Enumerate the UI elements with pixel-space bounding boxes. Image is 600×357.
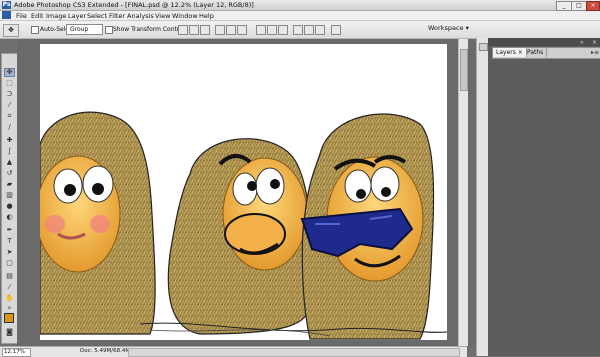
close-dock-icon[interactable]: × [592,39,597,46]
menu-bar: File Edit Image Layer Select Filter Anal… [0,11,600,21]
pen-icon[interactable]: ✒ [4,226,15,235]
shape-icon[interactable]: ▢ [4,259,15,268]
healing-icon[interactable]: ✚ [4,136,15,145]
menu-image[interactable]: Image [46,12,66,20]
maximize-icon[interactable]: □ [571,1,587,11]
menu-file[interactable]: File [16,12,27,20]
auto-select-value: Group [70,26,89,33]
document-size-info[interactable]: Doc: 5.49M/68.4M [80,348,130,354]
eyedropper-icon[interactable]: ⁄ [4,283,15,292]
lasso-icon[interactable]: ᑐ [4,90,15,99]
menu-select[interactable]: Select [87,12,107,20]
toolbox: ✥ ⬚ ᑐ ⁄ ⌗ ∕ ✚ ∫ ▲ ↺ ▰ ▥ ● ◐ ✒ T ➤ ▢ ▤ ⁄ … [1,53,18,344]
marquee-icon[interactable]: ⬚ [4,79,15,88]
zoom-icon[interactable]: ⌕ [4,304,15,313]
distribute-right-icon[interactable] [315,25,325,35]
distribute-bottom-icon[interactable] [278,25,288,35]
title-bar: Ps Adobe Photoshop CS3 Extended - [FINAL… [0,0,600,11]
auto-align-icon[interactable] [331,25,341,35]
foreground-color-swatch[interactable] [4,313,14,323]
move-tool-preset-icon[interactable]: ✥ [3,24,19,37]
align-bottom-icon[interactable] [200,25,210,35]
distribute-left-icon[interactable] [293,25,303,35]
show-transform-label: Show Transform Controls [113,26,188,33]
menu-layer[interactable]: Layer [68,12,86,20]
align-left-icon[interactable] [215,25,225,35]
tab-layers[interactable]: Layers × [493,48,527,57]
document-canvas[interactable] [40,44,447,340]
type-icon[interactable]: T [4,237,15,246]
stamp-icon[interactable]: ▲ [4,158,15,167]
move-icon[interactable]: ✥ [4,68,15,77]
crop-icon[interactable]: ⌗ [4,112,15,121]
gradient-icon[interactable]: ▥ [4,191,15,200]
align-hcenter-icon[interactable] [226,25,236,35]
canvas-area[interactable] [17,39,475,346]
menu-analysis[interactable]: Analysis [127,12,154,20]
auto-select-checkbox[interactable] [31,26,39,34]
brush-icon[interactable]: ∫ [4,147,15,156]
monkeys-artwork [40,111,447,340]
slice-icon[interactable]: ∕ [4,123,15,132]
align-right-icon[interactable] [237,25,247,35]
tab-paths[interactable]: Paths [524,48,548,57]
align-vcenter-icon[interactable] [189,25,199,35]
panel-dock: « × Layers × Paths ▸≡ [488,38,600,356]
distribute-vcenter-icon[interactable] [267,25,277,35]
monkey-middle [167,138,313,335]
panel-tab-strip: Layers × Paths ▸≡ [492,47,600,59]
menu-help[interactable]: Help [199,12,214,20]
hand-icon[interactable]: ✋ [4,294,15,303]
distribute-top-icon[interactable] [256,25,266,35]
photoshop-logo-icon [2,11,11,19]
menu-window[interactable]: Window [172,12,198,20]
panel-dock-header: « × [488,38,600,46]
eraser-icon[interactable]: ▰ [4,180,15,189]
status-bar: 12.17% Doc: 5.49M/68.4M [0,346,467,357]
monkey-left [40,111,156,335]
magic-wand-icon[interactable]: ⁄ [4,101,15,110]
quick-mask-icon[interactable]: ◙ [4,328,15,337]
path-select-icon[interactable]: ➤ [4,248,15,257]
monkey-right [300,113,435,340]
vertical-scrollbar[interactable] [458,39,468,346]
distribute-hcenter-icon[interactable] [304,25,314,35]
photoshop-app-icon: Ps [2,1,11,9]
panel-menu-icon[interactable]: ▸≡ [591,49,599,56]
dodge-icon[interactable]: ◐ [4,213,15,222]
menu-edit[interactable]: Edit [31,12,44,20]
collapse-dock-icon[interactable]: « [580,39,584,46]
blur-icon[interactable]: ● [4,202,15,211]
vertical-scroll-thumb[interactable] [460,49,468,91]
collapse-panel-icon[interactable] [479,43,488,51]
options-bar: ✥ Auto-Select: Group Show Transform Cont… [0,21,600,39]
minimize-icon[interactable]: _ [556,1,572,11]
menu-view[interactable]: View [155,12,170,20]
history-brush-icon[interactable]: ↺ [4,169,15,178]
close-icon[interactable]: × [586,1,600,11]
align-top-icon[interactable] [178,25,188,35]
auto-select-dropdown[interactable]: Group [66,24,103,35]
notes-icon[interactable]: ▤ [4,272,15,281]
show-transform-checkbox[interactable] [105,26,113,34]
menu-filter[interactable]: Filter [109,12,125,20]
window-title: Adobe Photoshop CS3 Extended - [FINAL.ps… [14,1,254,9]
workspace-button[interactable]: Workspace ▾ [428,24,469,32]
